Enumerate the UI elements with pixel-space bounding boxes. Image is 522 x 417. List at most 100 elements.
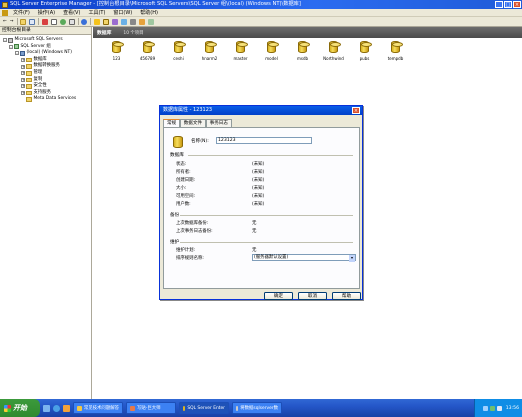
new-db-button[interactable] xyxy=(102,18,110,25)
section-divider xyxy=(188,154,353,155)
show-desktop-icon[interactable] xyxy=(43,404,50,412)
collapse-icon[interactable]: - xyxy=(15,51,19,56)
tree-node-label: Microsoft SQL Servers xyxy=(14,37,63,42)
help-button[interactable]: 帮助 xyxy=(332,292,361,300)
system-tray: 13:56 xyxy=(474,399,522,417)
media-player-icon[interactable] xyxy=(63,404,70,412)
expand-icon[interactable]: + xyxy=(21,91,25,96)
collapse-icon[interactable]: - xyxy=(9,44,13,49)
collation-label: 排序规则名称: xyxy=(176,256,204,261)
tab-data-files[interactable]: 数据文件 xyxy=(179,119,207,127)
ie-icon[interactable] xyxy=(53,404,60,412)
delete-button[interactable] xyxy=(41,18,49,25)
taskbar-item-label: 写贴-巨大师 xyxy=(137,405,161,411)
export-button[interactable] xyxy=(68,18,76,25)
tree-node[interactable]: + 管理 xyxy=(0,70,91,77)
database-item[interactable]: master xyxy=(225,41,256,61)
database-item[interactable]: tempdb xyxy=(380,41,411,61)
expand-icon[interactable]: + xyxy=(21,84,25,89)
sql-service-icon[interactable] xyxy=(489,405,495,411)
properties-button[interactable] xyxy=(50,18,58,25)
database-name: master xyxy=(233,56,248,61)
taskbar-item[interactable]: 将数据sqlserver数 xyxy=(232,402,282,414)
taskbar-item[interactable]: 写贴-巨大师 xyxy=(126,402,176,414)
job-button[interactable] xyxy=(138,18,146,25)
query-button[interactable] xyxy=(120,18,128,25)
ok-button[interactable]: 确定 xyxy=(264,292,293,300)
database-item[interactable]: 123 xyxy=(101,41,132,61)
expand-icon[interactable]: + xyxy=(21,58,25,63)
menu-help[interactable]: 帮助(H) xyxy=(136,9,162,17)
minimize-button[interactable]: _ xyxy=(495,1,503,8)
dialog-close-button[interactable]: × xyxy=(352,107,360,114)
help-button[interactable] xyxy=(80,18,88,25)
user-count-label: 用户数: xyxy=(176,202,191,207)
close-button[interactable]: × xyxy=(513,1,521,8)
back-button[interactable]: ← xyxy=(2,18,8,25)
cancel-button[interactable]: 取消 xyxy=(298,292,327,300)
folder-icon xyxy=(26,90,32,96)
job-icon xyxy=(138,18,145,25)
show-tree-button[interactable] xyxy=(28,18,36,25)
database-item[interactable]: msdb xyxy=(287,41,318,61)
tab-transaction-log[interactable]: 事务日志 xyxy=(205,119,232,127)
tools-button[interactable] xyxy=(129,18,137,25)
tree-root-header[interactable]: 控制台根目录 xyxy=(0,27,91,35)
folder-icon xyxy=(26,71,32,76)
menu-file[interactable]: 文件(F) xyxy=(9,9,34,17)
refresh-button[interactable] xyxy=(59,18,67,25)
menu-window[interactable]: 窗口(W) xyxy=(109,9,136,17)
tree-node[interactable]: - (local) (Windows NT) xyxy=(0,50,91,57)
tree-node[interactable]: Meta Data Services xyxy=(0,96,91,103)
chevron-down-icon[interactable]: ▾ xyxy=(349,255,355,262)
delete-icon xyxy=(41,18,48,25)
tree-node-label: Meta Data Services xyxy=(33,96,77,102)
toolbar-separator xyxy=(90,18,91,25)
menu-tools[interactable]: 工具(T) xyxy=(84,9,109,17)
console-menu-icon[interactable] xyxy=(2,9,8,16)
start-button[interactable]: 开始 xyxy=(0,399,40,417)
database-item[interactable]: 456789 xyxy=(132,41,163,61)
volume-icon[interactable] xyxy=(496,405,502,411)
menu-action[interactable]: 操作(A) xyxy=(34,9,59,17)
run-button[interactable] xyxy=(93,18,101,25)
collation-select[interactable]: (服务器默认设置) ▾ xyxy=(252,254,356,262)
wizard-button[interactable] xyxy=(111,18,119,25)
database-name: pubs xyxy=(359,56,370,61)
name-label: 名称(N): xyxy=(191,139,209,144)
database-item[interactable]: pubs xyxy=(349,41,380,61)
expand-icon[interactable]: + xyxy=(21,77,25,82)
database-name: tempdb xyxy=(387,56,404,61)
database-item[interactable]: hnarm2 xyxy=(194,41,225,61)
database-section-label: 数据库 xyxy=(170,153,184,158)
tree-node[interactable]: + 数据转换服务 xyxy=(0,63,91,70)
details-header: 数据库 10 个项目 xyxy=(93,27,522,38)
database-item[interactable]: model xyxy=(256,41,287,61)
name-field[interactable]: 123123 xyxy=(216,137,312,144)
expand-icon[interactable]: + xyxy=(21,64,25,69)
dialog-titlebar: 数据库属性 - 123123 × xyxy=(160,106,362,115)
network-icon[interactable] xyxy=(482,405,488,411)
general-tab-panel: 名称(N): 123123 数据库 状态: (未知) 所有者: (未知) 创建日… xyxy=(163,127,360,289)
group-icon xyxy=(14,44,19,50)
expand-icon[interactable]: + xyxy=(21,71,25,76)
menu-view[interactable]: 查看(V) xyxy=(59,9,84,17)
toolbar-separator xyxy=(16,18,18,25)
database-item[interactable]: ceshi xyxy=(163,41,194,61)
log-button[interactable] xyxy=(147,18,155,25)
status-value: (未知) xyxy=(252,162,265,167)
collapse-icon[interactable]: - xyxy=(3,38,7,43)
toolbar: ← → xyxy=(0,17,522,27)
details-item-count: 10 个项目 xyxy=(123,30,144,36)
up-level-button[interactable] xyxy=(19,18,27,25)
tab-general[interactable]: 常规 xyxy=(163,119,181,127)
wizard-icon xyxy=(111,18,118,25)
database-item[interactable]: Northwind xyxy=(318,41,349,61)
tree-node[interactable]: - Microsoft SQL Servers xyxy=(0,37,91,44)
taskbar-item[interactable]: 常见技术问题解答 xyxy=(73,402,123,414)
maximize-button[interactable]: □ xyxy=(504,1,512,8)
forward-button[interactable]: → xyxy=(9,18,15,25)
taskbar-item[interactable]: SQL Server Enter xyxy=(179,402,229,414)
tree-node[interactable]: + 安全性 xyxy=(0,83,91,90)
created-date-value: (未知) xyxy=(252,178,265,183)
